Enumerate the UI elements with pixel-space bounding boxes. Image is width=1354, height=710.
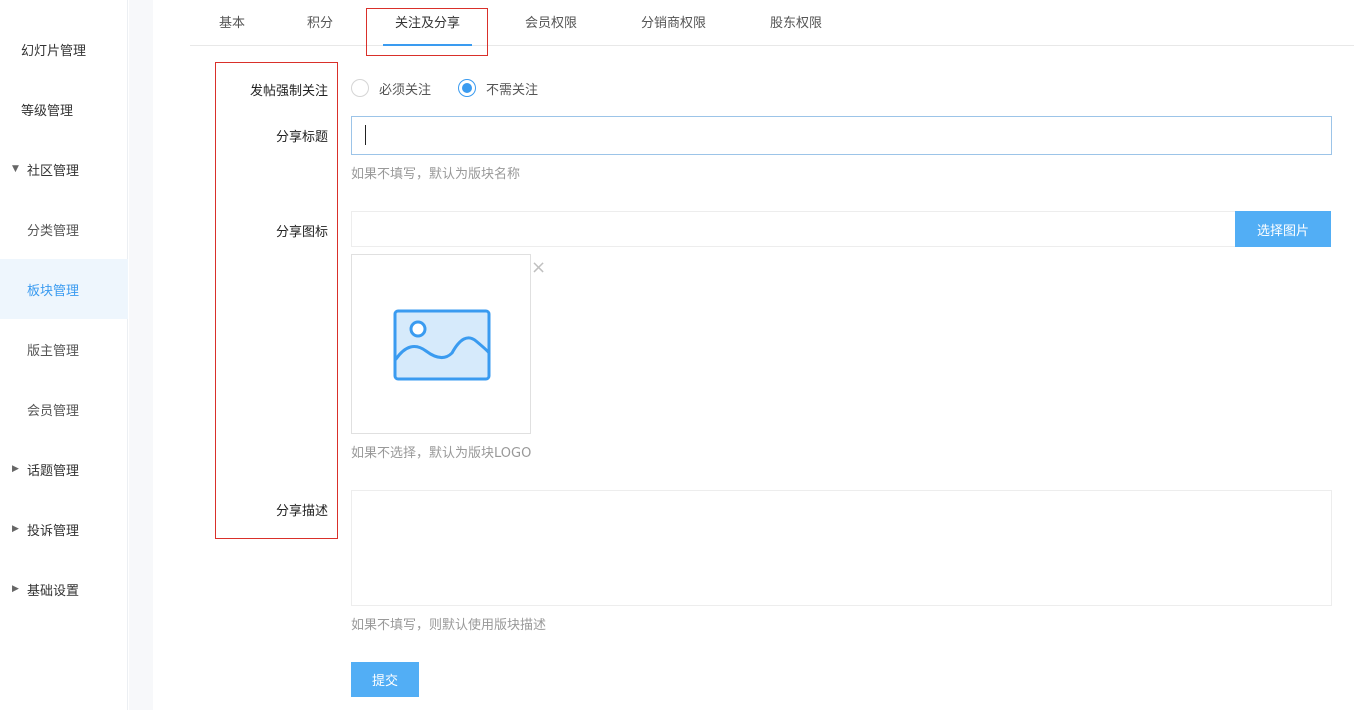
sidebar-item-label: 话题管理	[27, 463, 80, 479]
tab-follow-share[interactable]: 关注及分享	[382, 0, 473, 46]
share-desc-textarea[interactable]	[351, 490, 1332, 606]
sidebar-item-label: 幻灯片管理	[21, 43, 87, 59]
share-title-hint: 如果不填写，默认为版块名称	[351, 167, 521, 182]
caret-right-icon: ▶	[12, 584, 19, 594]
content-gutter	[129, 0, 153, 710]
share-icon-preview[interactable]	[351, 254, 531, 434]
image-placeholder-icon	[393, 309, 491, 381]
sidebar-item-label: 版主管理	[27, 343, 80, 359]
sidebar-item-levels[interactable]: 等级管理	[0, 79, 128, 139]
sidebar-item-boards[interactable]: 板块管理	[0, 259, 128, 319]
caret-right-icon: ▶	[12, 464, 19, 474]
follow-label: 发帖强制关注	[249, 84, 328, 99]
sidebar-item-complaints[interactable]: ▶ 投诉管理	[0, 499, 128, 559]
radio-label: 必须关注	[379, 82, 432, 98]
sidebar-item-members[interactable]: 会员管理	[0, 379, 128, 439]
sidebar-item-basic-settings[interactable]: ▶ 基础设置	[0, 559, 128, 619]
share-title-input[interactable]	[351, 116, 1332, 155]
share-desc-hint: 如果不填写，则默认使用版块描述	[351, 618, 547, 633]
caret-right-icon: ▶	[12, 524, 19, 534]
text-cursor	[365, 125, 366, 145]
sidebar-item-label: 会员管理	[27, 403, 80, 419]
share-icon-hint: 如果不选择，默认为版块LOGO	[351, 446, 532, 461]
tab-basic[interactable]: 基本	[219, 0, 245, 46]
share-icon-path-input[interactable]	[351, 211, 1236, 247]
tab-points[interactable]: 积分	[307, 0, 333, 46]
share-title-label: 分享标题	[275, 130, 328, 145]
select-image-button[interactable]: 选择图片	[1235, 211, 1331, 247]
sidebar-item-label: 等级管理	[21, 103, 74, 119]
radio-circle-icon	[351, 79, 369, 97]
radio-no-follow[interactable]: 不需关注	[458, 78, 538, 98]
tab-shareholder-permissions[interactable]: 股东权限	[770, 0, 822, 46]
sidebar-item-community[interactable]: ▼ 社区管理	[0, 139, 128, 199]
sidebar-item-slides[interactable]: 幻灯片管理	[0, 19, 128, 79]
sidebar-item-label: 社区管理	[27, 163, 80, 179]
radio-label: 不需关注	[486, 82, 539, 98]
share-desc-label: 分享描述	[275, 504, 328, 519]
caret-down-icon: ▼	[12, 164, 19, 174]
sidebar: 幻灯片管理 等级管理 ▼ 社区管理 分类管理 板块管理 版主管理 会员管理 ▶ …	[0, 0, 128, 710]
remove-image-icon[interactable]: ×	[531, 259, 546, 277]
share-icon-label: 分享图标	[275, 225, 328, 240]
radio-must-follow[interactable]: 必须关注	[351, 78, 431, 98]
tab-bar: 基本 积分 关注及分享 会员权限 分销商权限 股东权限	[190, 0, 1354, 46]
sidebar-item-label: 投诉管理	[27, 523, 80, 539]
sidebar-item-label: 分类管理	[27, 223, 80, 239]
sidebar-item-label: 板块管理	[27, 283, 80, 299]
sidebar-item-topics[interactable]: ▶ 话题管理	[0, 439, 128, 499]
sidebar-item-categories[interactable]: 分类管理	[0, 199, 128, 259]
tab-distributor-permissions[interactable]: 分销商权限	[641, 0, 706, 46]
submit-button[interactable]: 提交	[351, 662, 419, 697]
radio-checked-icon	[458, 79, 476, 97]
tab-member-permissions[interactable]: 会员权限	[525, 0, 577, 46]
sidebar-item-moderators[interactable]: 版主管理	[0, 319, 128, 379]
sidebar-item-label: 基础设置	[27, 583, 80, 599]
